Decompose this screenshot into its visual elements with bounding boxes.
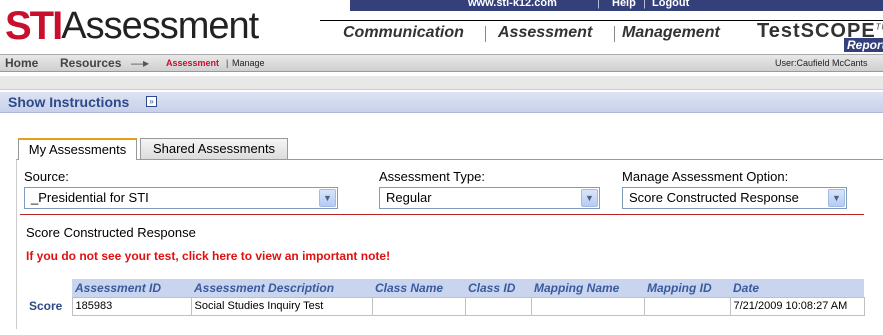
column-header-mapping-id[interactable]: Mapping ID [644, 279, 730, 297]
assessment-type-select[interactable]: Regular ▼ [379, 187, 600, 209]
link-separator: | [597, 0, 600, 9]
section-divider [20, 214, 864, 215]
description-cell: Social Studies Inquiry Test [190, 296, 373, 316]
spacer-bar [0, 76, 883, 90]
breadcrumb-manage: Manage [232, 58, 265, 68]
column-header-action [26, 279, 72, 297]
nav-communication[interactable]: Communication [343, 24, 464, 42]
nav-management[interactable]: Management [622, 24, 720, 42]
chevron-down-icon[interactable]: ▼ [581, 189, 598, 207]
breadcrumb-separator: | [226, 58, 229, 68]
nav-divider [614, 26, 615, 42]
mapping-id-cell [643, 296, 731, 316]
column-header-class-name[interactable]: Class Name [372, 279, 465, 297]
link-separator: | [643, 0, 646, 9]
score-cell: Score [26, 297, 72, 315]
column-header-assessment-id[interactable]: Assessment ID [72, 279, 191, 297]
tab-shared-assessments[interactable]: Shared Assessments [140, 138, 288, 159]
instructions-bar[interactable]: Show Instructions » [0, 92, 883, 113]
assessments-table: Assessment ID Assessment Description Cla… [26, 279, 865, 316]
top-link-strip: www.sti-k12.com | Help | Logout [350, 0, 883, 11]
logout-link[interactable]: Logout [652, 0, 689, 9]
breadcrumb: Home Resources —▸ Assessment | Manage Us… [0, 54, 883, 72]
chevron-down-icon[interactable]: ▼ [828, 189, 845, 207]
nav-divider [485, 26, 486, 42]
assessment-type-label: Assessment Type: [379, 169, 485, 184]
manage-option-select[interactable]: Score Constructed Response ▼ [622, 187, 847, 209]
table-row: Score 185983 Social Studies Inquiry Test… [26, 296, 865, 316]
section-title: Score Constructed Response [26, 225, 196, 240]
logo-sti-text: STI [5, 4, 63, 48]
column-header-mapping-name[interactable]: Mapping Name [531, 279, 644, 297]
tab-my-assessments[interactable]: My Assessments [18, 138, 137, 160]
column-header-class-id[interactable]: Class ID [465, 279, 531, 297]
table-header-row: Assessment ID Assessment Description Cla… [26, 279, 864, 297]
nav-assessment[interactable]: Assessment [498, 24, 592, 42]
source-label: Source: [24, 169, 69, 184]
date-cell: 7/21/2009 10:08:27 AM [729, 296, 865, 316]
score-link[interactable]: Score [29, 299, 62, 313]
breadcrumb-home[interactable]: Home [5, 56, 38, 70]
column-header-description[interactable]: Assessment Description [191, 279, 372, 297]
current-user-label: User:Caufield McCants [775, 58, 868, 68]
breadcrumb-arrow-icon: —▸ [131, 56, 150, 70]
source-select-value: _Presidential for STI [31, 190, 149, 205]
important-note-link[interactable]: If you do not see your test, click here … [26, 249, 390, 263]
column-header-date[interactable]: Date [730, 279, 864, 297]
testscope-reports-label: Reports [844, 38, 883, 52]
assessment-id-cell: 185983 [71, 296, 192, 316]
show-instructions-link[interactable]: Show Instructions [8, 94, 129, 110]
assessment-type-value: Regular [386, 190, 432, 205]
mapping-name-cell [530, 296, 645, 316]
site-link[interactable]: www.sti-k12.com [468, 0, 557, 9]
sti-assessment-logo: STIAssessment [5, 4, 259, 48]
source-select[interactable]: _Presidential for STI ▼ [24, 187, 338, 209]
testscope-tm: TM [875, 22, 883, 32]
chevron-down-icon[interactable]: ▼ [319, 189, 336, 207]
class-id-cell [464, 296, 532, 316]
logo-assessment-text: Assessment [61, 5, 259, 47]
manage-option-label: Manage Assessment Option: [622, 169, 789, 184]
breadcrumb-assessment[interactable]: Assessment [166, 58, 219, 68]
help-link[interactable]: Help [612, 0, 636, 9]
breadcrumb-resources[interactable]: Resources [60, 56, 121, 70]
manage-option-value: Score Constructed Response [629, 190, 799, 205]
chevron-double-down-icon[interactable]: » [146, 96, 157, 107]
class-name-cell [371, 296, 466, 316]
app-header: www.sti-k12.com | Help | Logout STIAsses… [0, 0, 883, 54]
